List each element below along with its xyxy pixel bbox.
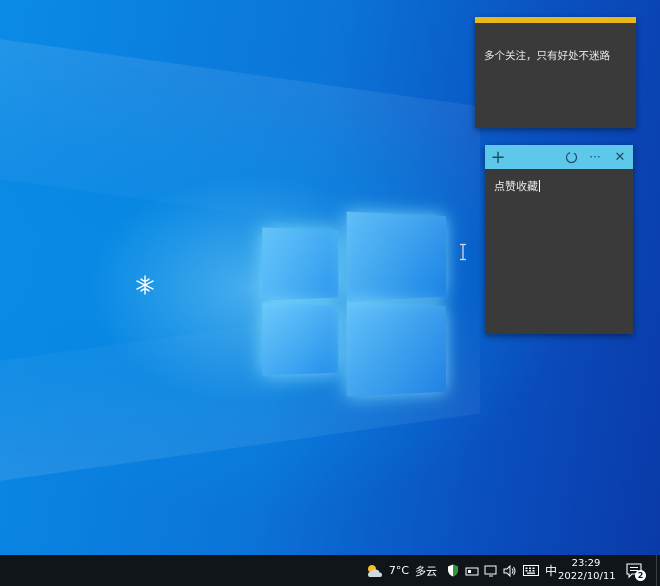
plus-icon: + xyxy=(490,147,505,168)
ibeam-cursor-icon xyxy=(458,243,468,261)
sync-button[interactable] xyxy=(560,145,582,169)
sticky-note-2[interactable]: + ··· ✕ 点赞收藏 xyxy=(485,145,633,334)
logo-pane-top-right xyxy=(347,212,446,302)
menu-button[interactable]: ··· xyxy=(584,145,606,169)
note-toolbar: + ··· ✕ xyxy=(485,145,633,169)
sparkle-icon xyxy=(134,274,156,296)
add-note-button[interactable]: + xyxy=(487,145,509,169)
desktop-wallpaper: 多个关注，只有好处不迷路 + ··· ✕ 点赞收藏 xyxy=(0,0,660,555)
weather-icon xyxy=(365,562,385,580)
security-button[interactable] xyxy=(446,555,460,586)
touch-keyboard-button[interactable] xyxy=(521,555,541,586)
show-desktop-button[interactable] xyxy=(656,555,660,586)
close-note-button[interactable]: ✕ xyxy=(609,145,631,169)
note-text: 点赞收藏 xyxy=(494,180,538,193)
display-button[interactable] xyxy=(483,555,499,586)
clock-button[interactable]: 23:29 2022/10/11 xyxy=(558,557,614,583)
logo-pane-bottom-right xyxy=(347,301,446,396)
input-method-button[interactable]: 中 xyxy=(544,555,558,586)
logo-pane-bottom-left xyxy=(262,302,338,375)
note-edit-area[interactable]: 点赞收藏 xyxy=(485,169,633,194)
sync-icon xyxy=(565,151,578,164)
sticky-note-1[interactable]: 多个关注，只有好处不迷路 xyxy=(475,17,636,128)
weather-temperature[interactable]: 7°C xyxy=(388,555,410,586)
volume-icon xyxy=(503,565,517,577)
clock-time: 23:29 xyxy=(558,557,614,570)
clock-date: 2022/10/11 xyxy=(558,570,614,583)
close-icon: ✕ xyxy=(615,150,626,165)
wifi-button[interactable] xyxy=(464,555,480,586)
security-shield-icon xyxy=(447,564,459,577)
wifi-icon xyxy=(465,565,479,577)
weather-widget-button[interactable] xyxy=(364,555,386,586)
notification-center-button[interactable]: 2 xyxy=(624,555,646,586)
text-caret xyxy=(539,180,540,192)
note-text[interactable]: 多个关注，只有好处不迷路 xyxy=(475,23,636,63)
more-icon: ··· xyxy=(589,150,600,164)
taskbar: 7°C 多云 中 23:29 2022/10/11 2 xyxy=(0,555,660,586)
weather-description[interactable]: 多云 xyxy=(413,555,439,586)
display-icon xyxy=(484,565,498,577)
keyboard-icon xyxy=(523,565,539,576)
windows-logo xyxy=(258,200,458,400)
logo-pane-top-left xyxy=(262,227,338,300)
notification-count-badge: 2 xyxy=(635,570,646,581)
volume-button[interactable] xyxy=(502,555,518,586)
